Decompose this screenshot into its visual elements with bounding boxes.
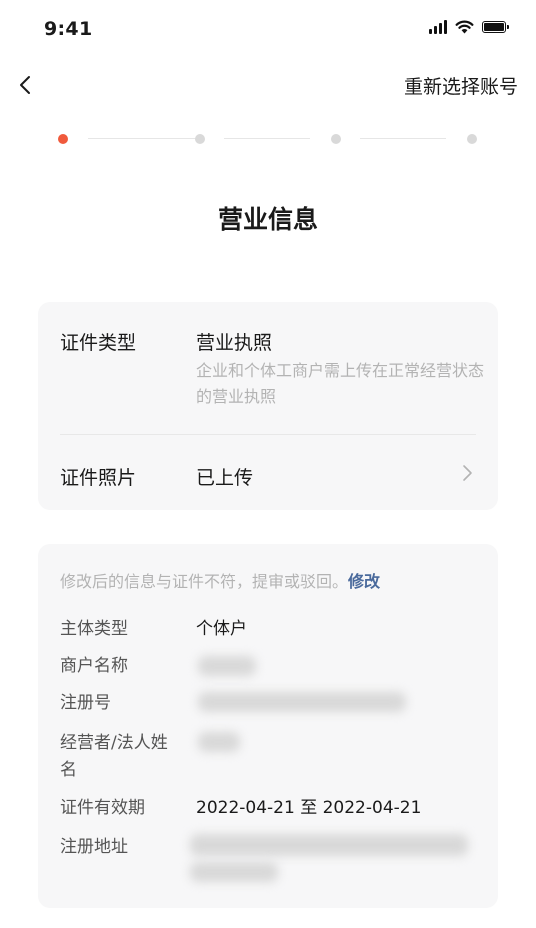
- address-value-redacted-2: [190, 862, 278, 882]
- validity-value: 2022-04-21 至 2022-04-21: [196, 798, 422, 818]
- status-time: 9:41: [44, 18, 93, 40]
- battery-icon: [482, 21, 509, 33]
- step-line: [224, 138, 310, 139]
- merchant-name-value-redacted: [198, 656, 256, 676]
- legal-person-label: 经营者/法人姓名: [60, 733, 168, 780]
- back-button[interactable]: [12, 68, 42, 102]
- certificate-photo-row[interactable]: 证件照片 已上传: [38, 435, 498, 510]
- reselect-account-button[interactable]: 重新选择账号: [404, 72, 518, 99]
- certificate-type-value: 营业执照: [196, 332, 273, 354]
- step-dot-2: [195, 134, 205, 144]
- subject-type-label: 主体类型: [60, 619, 128, 639]
- legal-person-value-redacted: [198, 732, 240, 752]
- wifi-icon: [455, 20, 474, 34]
- step-dot-4: [467, 134, 477, 144]
- step-line: [360, 138, 446, 139]
- reg-no-value-redacted: [198, 692, 406, 712]
- chevron-left-icon: [20, 76, 30, 94]
- modify-link[interactable]: 修改: [348, 572, 380, 591]
- certificate-photo-label: 证件照片: [60, 467, 137, 489]
- step-indicator: [58, 132, 478, 146]
- subject-type-value: 个体户: [196, 619, 247, 639]
- step-dot-1: [58, 134, 68, 144]
- step-dot-3: [331, 134, 341, 144]
- status-bar: 9:41: [0, 0, 536, 60]
- step-line: [88, 138, 196, 139]
- notice-text: 修改后的信息与证件不符，提审或驳回。: [60, 572, 349, 591]
- signal-icon: [429, 20, 447, 34]
- merchant-name-label: 商户名称: [60, 656, 128, 676]
- nav-bar: 重新选择账号: [0, 60, 536, 110]
- validity-label: 证件有效期: [60, 798, 145, 818]
- address-value-redacted: [190, 834, 468, 856]
- chevron-right-icon: [463, 465, 472, 481]
- reg-no-label: 注册号: [60, 693, 111, 713]
- certificate-type-hint: 企业和个体工商户需上传在正常经营状态的营业执照: [196, 361, 485, 406]
- business-info-card: 修改后的信息与证件不符，提审或驳回。修改 主体类型 个体户 商户名称 注册号 经…: [38, 544, 498, 908]
- page-title: 营业信息: [217, 205, 318, 234]
- certificate-photo-value: 已上传: [196, 467, 254, 489]
- status-icons: [429, 20, 509, 34]
- certificate-type-label: 证件类型: [60, 332, 137, 354]
- address-label: 注册地址: [60, 837, 128, 857]
- modify-notice: 修改后的信息与证件不符，提审或驳回。修改: [60, 568, 380, 592]
- certificate-card: 证件类型 营业执照 企业和个体工商户需上传在正常经营状态的营业执照 证件照片 已…: [38, 302, 498, 510]
